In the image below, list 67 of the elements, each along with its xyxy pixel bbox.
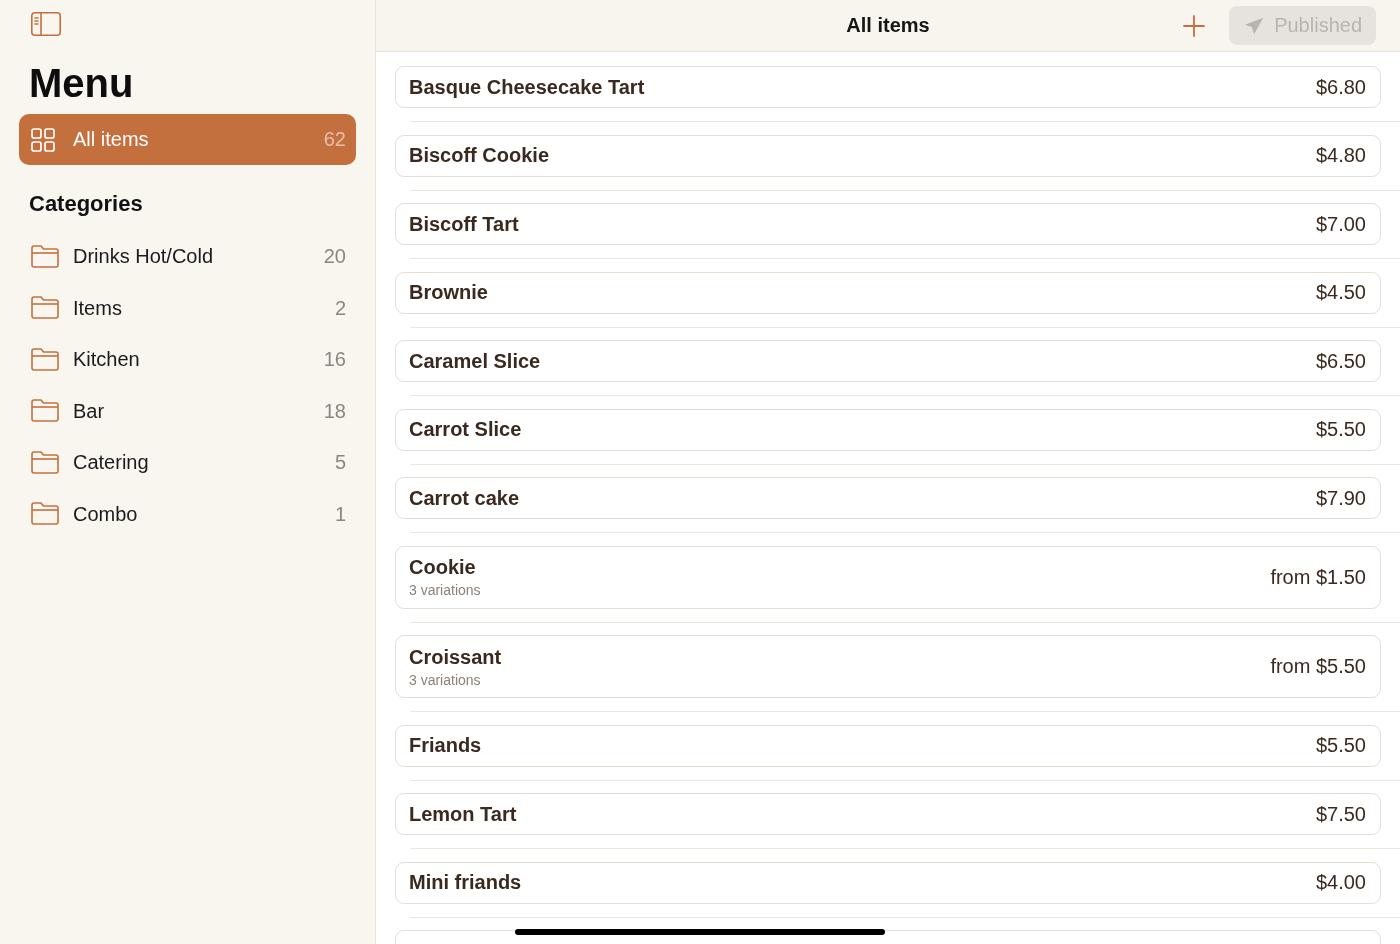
folder-icon — [31, 502, 59, 526]
sidebar-item[interactable]: Drinks Hot/Cold 20 — [19, 231, 356, 283]
plus-icon — [1183, 14, 1205, 37]
item-price: $4.80 — [1315, 144, 1366, 167]
item-card[interactable]: Caramel Slice $6.50 — [395, 340, 1381, 382]
variations-count: 3 variations — [409, 671, 482, 688]
item-card[interactable]: Friands $5.50 — [395, 724, 1381, 767]
item-name: Cookie — [409, 556, 477, 579]
item-card[interactable]: Carrot cake $7.90 — [395, 477, 1381, 519]
add-button[interactable] — [1183, 14, 1205, 37]
item-count: 62 — [323, 128, 346, 151]
folder-icon — [31, 244, 59, 268]
item-name: Basque Cheesecake Tart — [409, 75, 645, 99]
item-price: $7.00 — [1315, 212, 1366, 236]
sidebar-title: Menu — [28, 60, 134, 107]
grid-icon — [31, 127, 55, 152]
item-count: 1 — [334, 502, 346, 526]
item-count: 2 — [334, 296, 346, 320]
item-price: $6.80 — [1315, 75, 1366, 99]
item-count: 20 — [323, 245, 346, 269]
item-card[interactable]: Biscoff Tart $7.00 — [395, 203, 1381, 245]
item-count: 5 — [334, 451, 346, 475]
item-name: Lemon Tart — [409, 802, 517, 826]
sidebar-item[interactable]: All items 62 — [19, 114, 356, 165]
item-price: $7.50 — [1315, 802, 1366, 826]
sidebar-item[interactable]: Combo 1 — [19, 488, 356, 540]
item-name: Caramel Slice — [409, 349, 541, 373]
folder-icon — [31, 450, 59, 474]
item-name: Biscoff Cookie — [409, 144, 550, 167]
sidebar-toggle-icon — [31, 12, 61, 36]
item-price: $4.50 — [1315, 281, 1366, 304]
item-card[interactable]: Cookie 3 variations from $1.50 — [395, 545, 1381, 609]
item-card[interactable]: Carrot Slice $5.50 — [395, 408, 1381, 451]
sidebar-item[interactable]: Catering 5 — [19, 437, 356, 489]
folder-icon — [31, 296, 59, 320]
folder-icon — [31, 347, 59, 371]
section-heading: Categories — [29, 193, 143, 215]
item-price: $7.90 — [1315, 486, 1366, 510]
item-name: Friands — [409, 734, 482, 757]
item-price: from $5.50 — [1270, 655, 1366, 678]
item-price: $5.50 — [1315, 418, 1366, 441]
item-card[interactable]: Brownie $4.50 — [395, 271, 1381, 314]
variations-count: 3 variations — [409, 582, 481, 598]
item-card[interactable]: Croissant 3 variations from $5.50 — [395, 635, 1381, 698]
paper-plane-icon — [1244, 15, 1265, 36]
item-price: from $1.50 — [1270, 565, 1366, 589]
page-title: All items — [846, 14, 930, 37]
sidebar-item[interactable]: Bar 18 — [19, 385, 356, 437]
folder-icon — [31, 399, 59, 423]
item-card[interactable]: Basque Cheesecake Tart $6.80 — [395, 66, 1381, 108]
sidebar-item[interactable]: Items 2 — [19, 282, 356, 334]
sidebar-toggle-button[interactable] — [31, 12, 61, 36]
item-card[interactable]: Biscoff Cookie $4.80 — [395, 134, 1381, 177]
item-card[interactable]: Lemon Tart $7.50 — [395, 793, 1381, 835]
item-name: Biscoff Tart — [409, 212, 519, 236]
item-price: $4.00 — [1315, 871, 1366, 894]
item-name: Carrot cake — [409, 486, 520, 510]
item-name: Croissant — [409, 645, 502, 669]
item-name: Carrot Slice — [409, 418, 522, 441]
item-price: $6.50 — [1315, 349, 1366, 373]
sidebar-item[interactable]: Kitchen 16 — [19, 334, 356, 386]
item-card[interactable]: Mini friands $4.00 — [395, 861, 1381, 904]
item-name: Mini friands — [409, 871, 522, 894]
item-price: $5.50 — [1315, 734, 1366, 757]
item-count: 16 — [323, 348, 346, 372]
item-name: Brownie — [409, 281, 488, 304]
item-count: 18 — [323, 399, 346, 423]
